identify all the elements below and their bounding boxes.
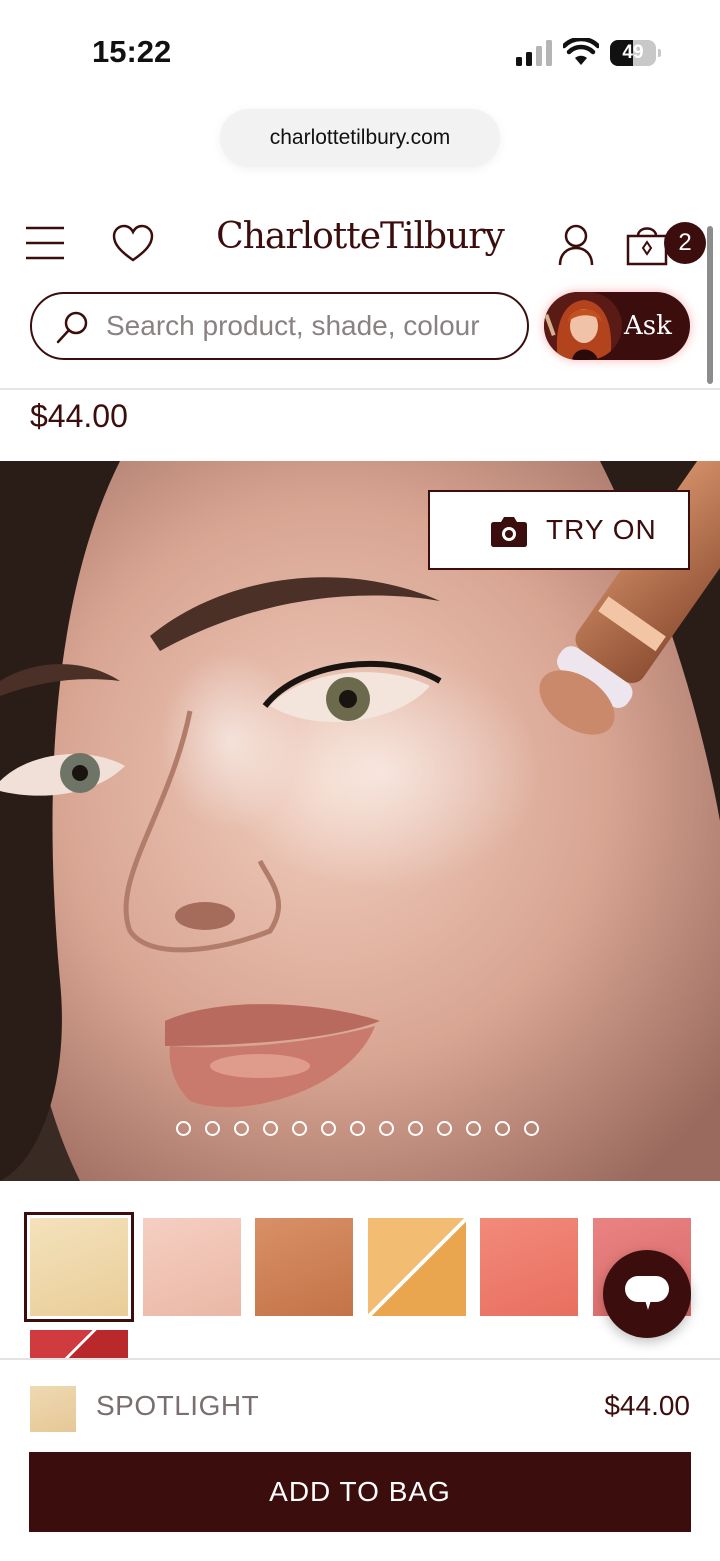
account-icon[interactable] [558,224,594,266]
carousel-dot[interactable] [350,1121,365,1136]
hamburger-menu-icon[interactable] [26,226,64,260]
search-icon [56,311,88,344]
page-scrollbar[interactable] [707,226,713,384]
carousel-dot[interactable] [495,1121,510,1136]
shade-swatch-swatch-3[interactable] [255,1218,353,1316]
carousel-dot[interactable] [263,1121,278,1136]
search-input[interactable] [106,294,516,358]
status-time: 15:22 [92,34,172,69]
ask-assistant-button[interactable]: Ask [544,292,690,360]
bag-count-badge[interactable]: 2 [664,222,706,264]
product-price: $44.00 [30,398,128,434]
carousel-dot[interactable] [205,1121,220,1136]
selected-shade-thumbnail [30,1386,76,1432]
add-to-bag-button[interactable]: ADD TO BAG [29,1452,691,1532]
wishlist-heart-icon[interactable] [112,224,154,264]
status-bar: 15:22 49 [0,0,720,100]
camera-icon [491,517,527,547]
try-on-button[interactable]: TRY ON [428,490,690,570]
battery-icon: 49 [610,40,661,66]
selected-shade-price: $44.00 [604,1390,690,1421]
brand-logo[interactable]: CharlotteTilbury [200,216,520,257]
shade-swatch-swatch-7[interactable] [30,1330,128,1360]
battery-percent: 49 [622,42,644,63]
carousel-dot[interactable] [321,1121,336,1136]
carousel-dot[interactable] [292,1121,307,1136]
product-image-carousel[interactable]: TRY ON [0,461,720,1181]
carousel-dot[interactable] [466,1121,481,1136]
shade-swatch-swatch-4[interactable] [368,1218,466,1316]
shade-swatch-swatch-5[interactable] [480,1218,578,1316]
try-on-label: TRY ON [546,514,657,545]
carousel-dot[interactable] [176,1121,191,1136]
carousel-dot[interactable] [524,1121,539,1136]
site-header: CharlotteTilbury 2 Search product, shade… [0,188,720,390]
selected-shade-name: SPOTLIGHT [96,1390,260,1421]
shade-swatch-swatch-2[interactable] [143,1218,241,1316]
cellular-signal-icon [516,40,552,66]
browser-address-area: charlottetilbury.com [0,100,720,188]
carousel-dot[interactable] [234,1121,249,1136]
shade-swatch-spotlight[interactable] [24,1212,134,1322]
carousel-dot[interactable] [379,1121,394,1136]
chat-bubble-icon [625,1276,669,1310]
search-bar[interactable] [30,292,529,360]
wifi-icon [563,38,599,65]
chat-button[interactable] [603,1250,691,1338]
ask-label: Ask [624,311,672,341]
add-to-bag-bar: SPOTLIGHT $44.00 ADD TO BAG [0,1358,720,1561]
url-bar[interactable]: charlottetilbury.com [220,109,500,167]
carousel-dot[interactable] [437,1121,452,1136]
carousel-dot[interactable] [408,1121,423,1136]
assistant-avatar [544,292,622,360]
carousel-pagination [176,1121,539,1137]
